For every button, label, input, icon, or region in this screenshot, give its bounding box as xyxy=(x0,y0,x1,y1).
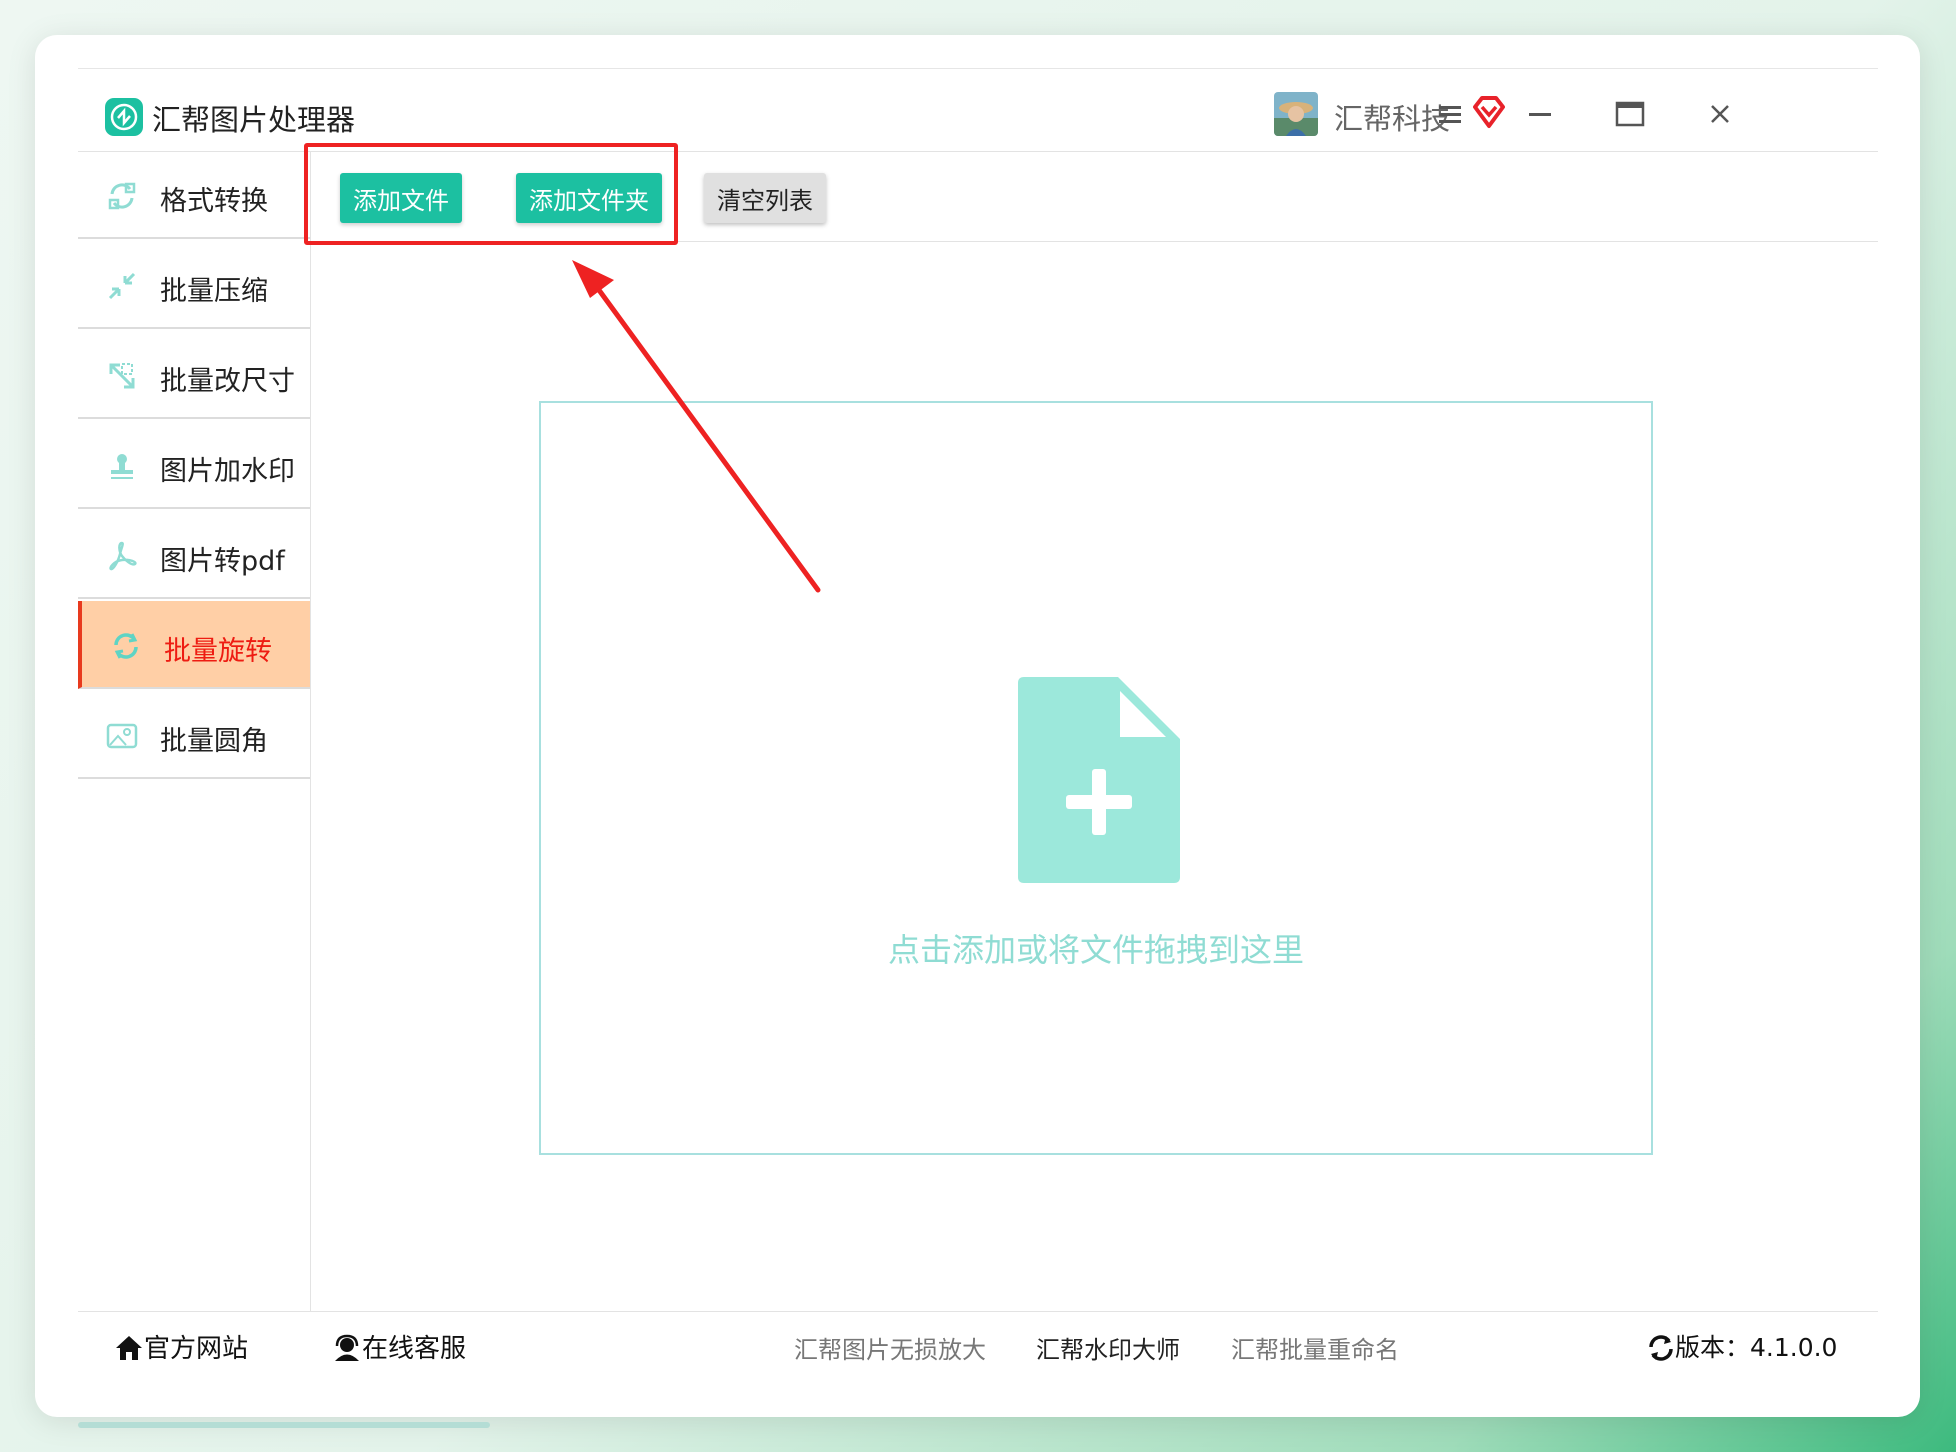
sidebar-item-batch-rotate[interactable]: 批量旋转 xyxy=(78,601,310,689)
title-bar: 汇帮图片处理器 汇帮科技 xyxy=(78,69,1878,152)
close-button[interactable] xyxy=(1695,89,1745,139)
version-label: 版本：4.1.0.0 xyxy=(1675,1333,1838,1362)
refresh-icon xyxy=(1649,1335,1673,1361)
sidebar: 格式转换 批量压缩 批量改尺寸 图片加水印 图片转pdf 批量旋转 批量圆角 xyxy=(78,151,311,1311)
app-title: 汇帮图片处理器 xyxy=(152,103,356,137)
image-round-corner-icon xyxy=(106,723,138,749)
horizontal-scroll-indicator[interactable] xyxy=(78,1422,490,1428)
footer-link-watermark-master[interactable]: 汇帮水印大师 xyxy=(1036,1330,1180,1365)
customer-service-icon xyxy=(335,1334,359,1361)
sidebar-item-label: 批量改尺寸 xyxy=(160,366,295,397)
sidebar-item-label: 图片转pdf xyxy=(160,546,285,577)
version-check[interactable]: 版本：4.1.0.0 xyxy=(1647,1328,1837,1364)
footer-link-batch-rename[interactable]: 汇帮批量重命名 xyxy=(1231,1330,1399,1365)
app-main: 汇帮图片处理器 汇帮科技 格式转换 批量压缩 批量改尺寸 图片加水印 图片转pd… xyxy=(78,68,1878,1379)
maximize-button[interactable] xyxy=(1605,89,1655,139)
annotation-highlight-box xyxy=(304,143,678,245)
user-avatar[interactable] xyxy=(1274,92,1318,136)
official-website-link[interactable]: 官方网站 xyxy=(114,1328,248,1365)
watermark-stamp-icon xyxy=(111,454,133,479)
menu-button[interactable] xyxy=(1425,89,1475,139)
resize-icon xyxy=(109,363,135,389)
pdf-icon xyxy=(109,541,137,571)
file-drop-zone[interactable]: 点击添加或将文件拖拽到这里 xyxy=(539,401,1653,1155)
sidebar-item-label: 格式转换 xyxy=(160,186,268,217)
close-icon xyxy=(1711,105,1729,123)
vip-diamond-icon[interactable] xyxy=(1471,95,1507,129)
home-icon xyxy=(116,1336,142,1360)
official-website-label: 官方网站 xyxy=(144,1334,249,1364)
sidebar-item-batch-compress[interactable]: 批量压缩 xyxy=(78,241,310,329)
format-convert-icon xyxy=(108,182,136,210)
app-logo-icon xyxy=(105,98,143,136)
sidebar-item-add-watermark[interactable]: 图片加水印 xyxy=(78,421,310,509)
compress-icon xyxy=(108,272,136,300)
sidebar-item-batch-resize[interactable]: 批量改尺寸 xyxy=(78,331,310,419)
rotate-icon xyxy=(114,633,138,659)
sidebar-item-label: 批量旋转 xyxy=(164,636,272,667)
minimize-button[interactable] xyxy=(1515,89,1565,139)
sidebar-item-label: 批量压缩 xyxy=(160,276,268,307)
maximize-icon xyxy=(1615,101,1645,127)
sidebar-item-format-convert[interactable]: 格式转换 xyxy=(78,151,310,239)
sidebar-item-label: 批量圆角 xyxy=(160,726,268,757)
clear-list-button[interactable]: 清空列表 xyxy=(704,173,826,223)
hamburger-menu-icon xyxy=(1439,106,1461,123)
footer-bar: 官方网站 在线客服 汇帮图片无损放大 汇帮水印大师 汇帮批量重命名 版本：4.1… xyxy=(78,1311,1878,1380)
sidebar-item-batch-round-corner[interactable]: 批量圆角 xyxy=(78,691,310,779)
sidebar-item-image-to-pdf[interactable]: 图片转pdf xyxy=(78,511,310,599)
footer-link-image-upscale[interactable]: 汇帮图片无损放大 xyxy=(794,1330,986,1365)
sidebar-item-label: 图片加水印 xyxy=(160,456,295,487)
add-file-icon xyxy=(1018,677,1180,883)
drop-zone-hint: 点击添加或将文件拖拽到这里 xyxy=(887,931,1304,969)
minimize-icon xyxy=(1529,113,1551,116)
online-support-link[interactable]: 在线客服 xyxy=(332,1328,466,1365)
online-support-label: 在线客服 xyxy=(362,1334,467,1364)
